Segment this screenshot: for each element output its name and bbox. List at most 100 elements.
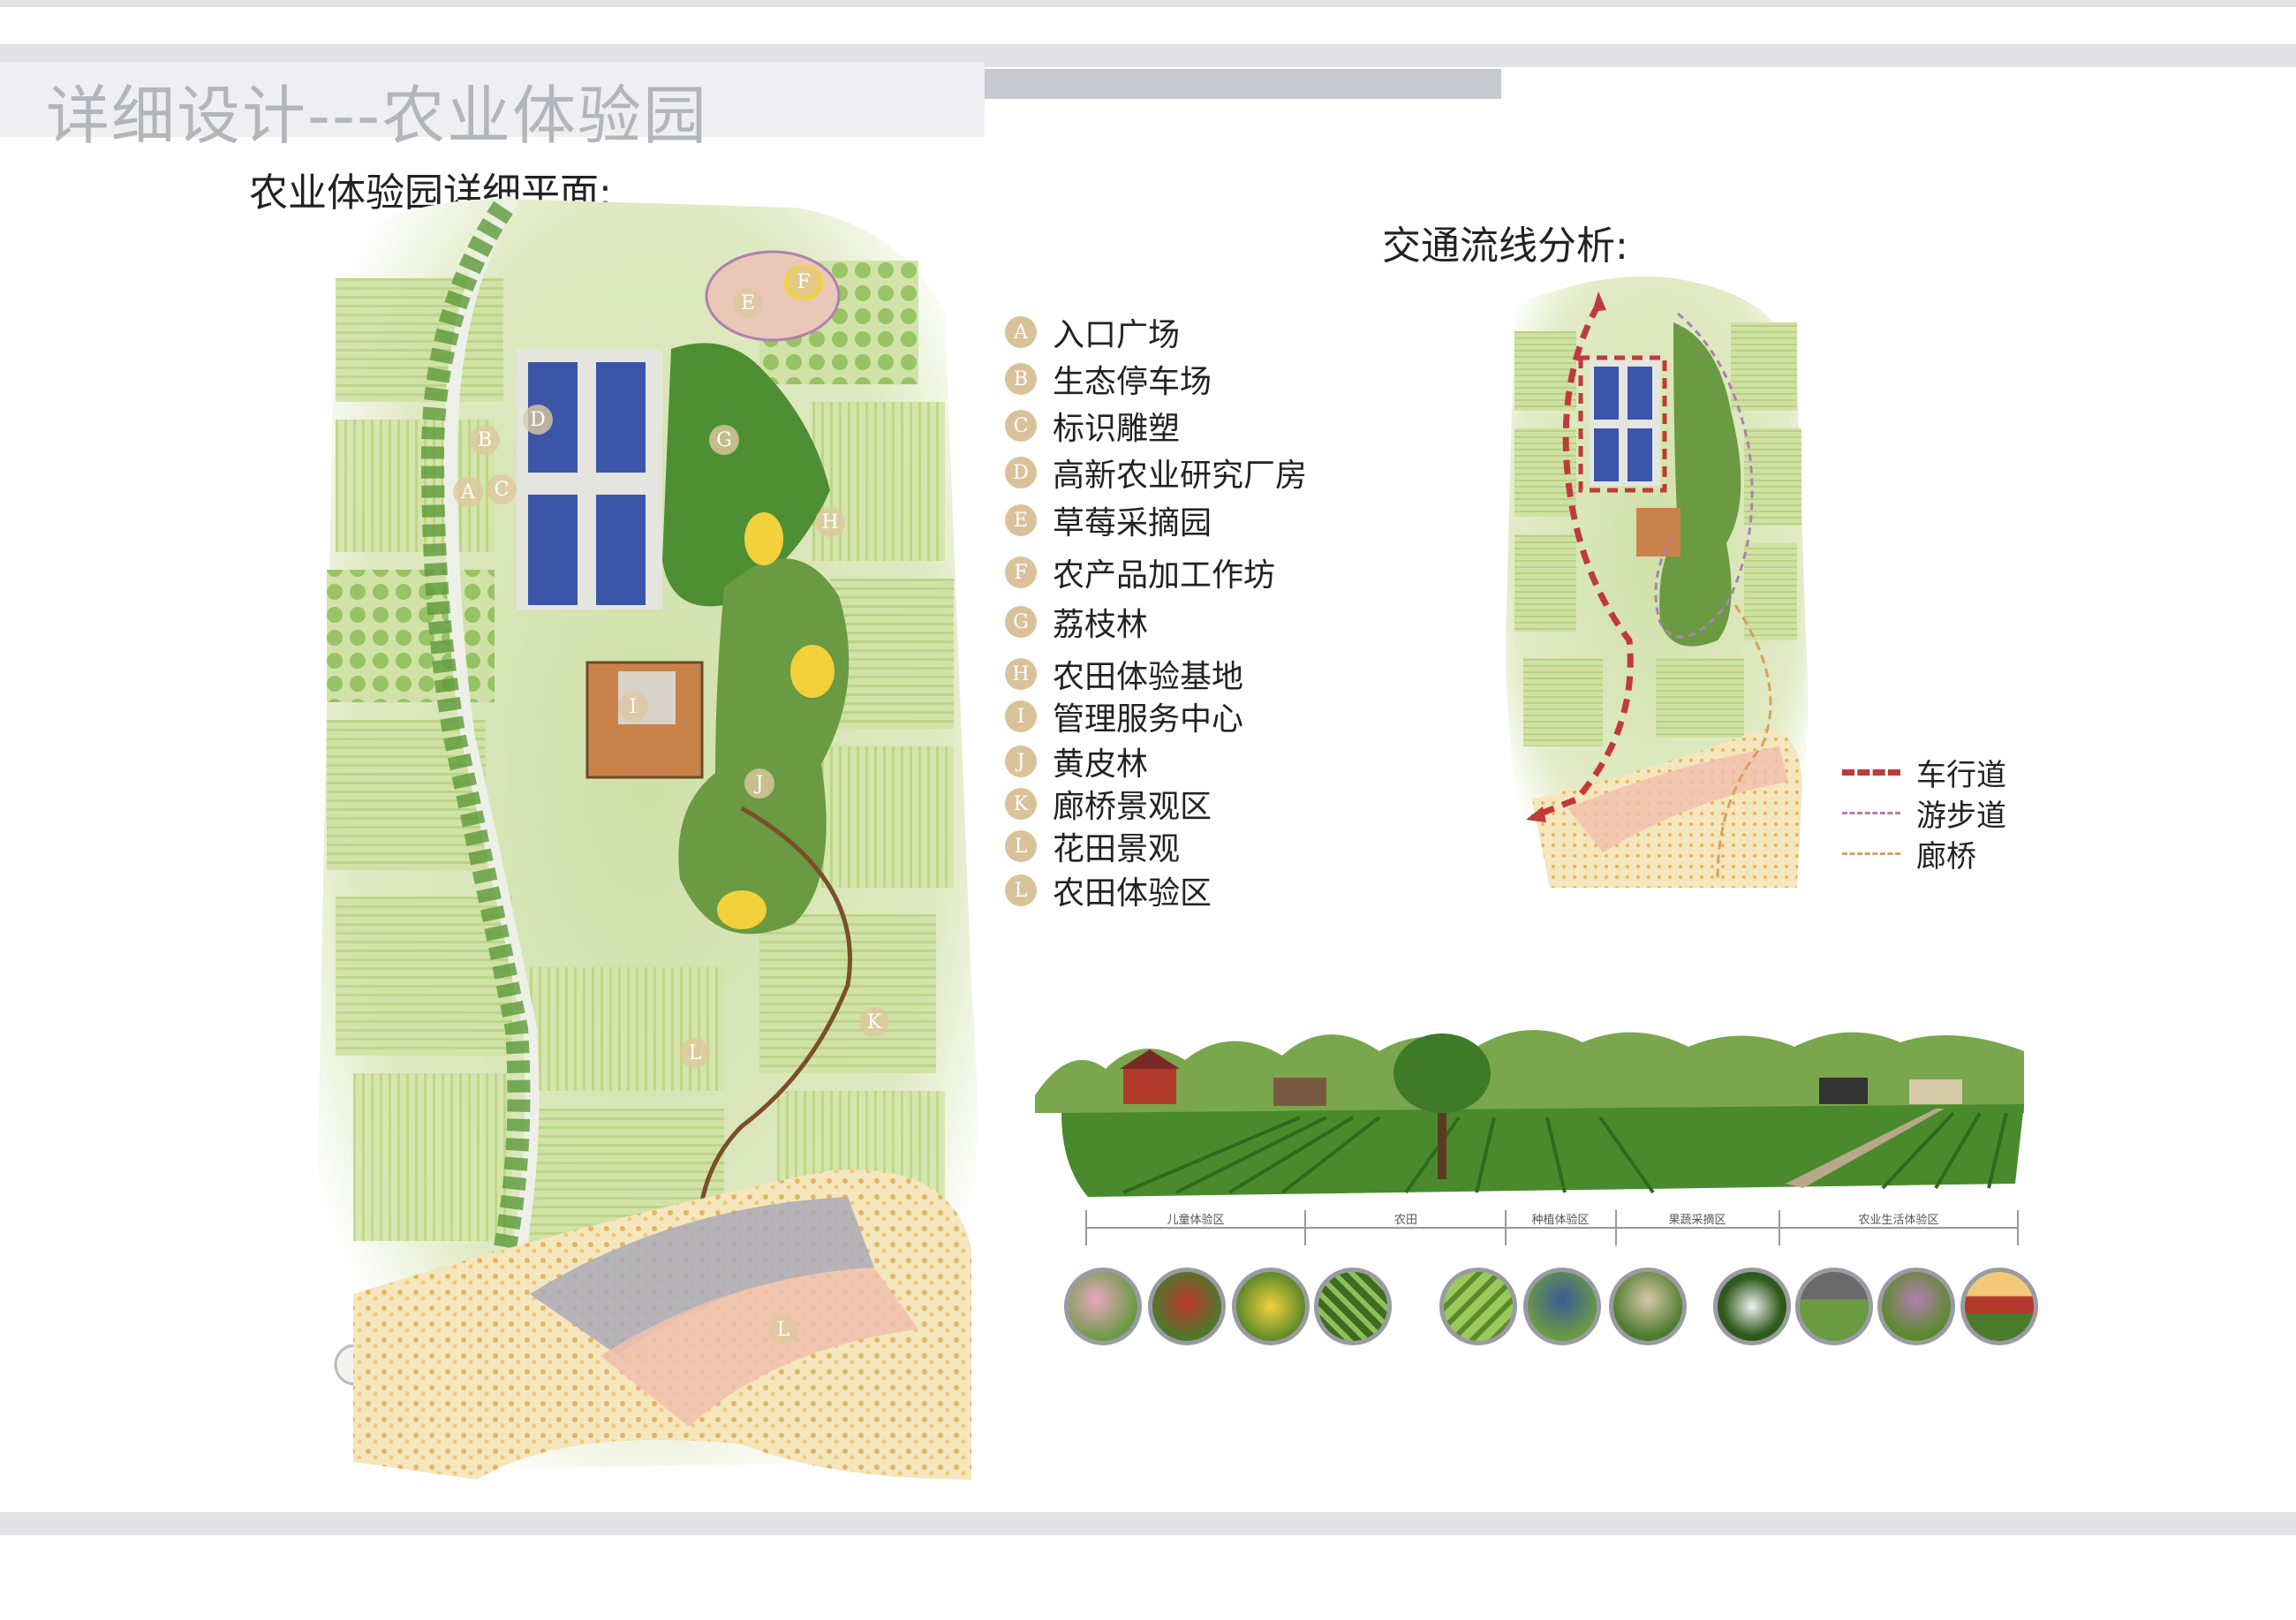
legend-label: 入口广场 bbox=[1053, 317, 1181, 353]
map-letter-f: F bbox=[789, 267, 819, 297]
field-block bbox=[336, 278, 503, 402]
legend-item: C 标识雕塑 bbox=[1005, 403, 1180, 449]
section-elevation bbox=[1035, 1007, 2033, 1201]
strawberry-garden bbox=[705, 250, 841, 342]
center-tree-trunk bbox=[1438, 1104, 1446, 1179]
field-block bbox=[812, 402, 945, 561]
legend-badge: B bbox=[1005, 363, 1037, 395]
zone-label: 种植体验区 bbox=[1531, 1214, 1590, 1227]
legend-label: 农产品加工作坊 bbox=[1053, 557, 1276, 594]
legend-item: H 农田体验基地 bbox=[1005, 651, 1243, 697]
road-line-icon bbox=[1842, 769, 1900, 776]
farmhouse bbox=[1273, 1078, 1326, 1106]
top-band bbox=[0, 0, 2296, 7]
footpath-line-icon bbox=[1842, 812, 1900, 814]
field-block bbox=[327, 570, 495, 702]
legend-label: 荔枝林 bbox=[1053, 607, 1149, 643]
children-photo bbox=[1064, 1268, 1142, 1345]
title-accent-bar bbox=[985, 69, 1501, 99]
barn-photo bbox=[1960, 1268, 2038, 1345]
flow-field bbox=[1744, 543, 1797, 640]
legend-badge: L bbox=[1005, 874, 1037, 906]
flower-patch bbox=[790, 645, 835, 698]
field-aerial-photo bbox=[1439, 1268, 1517, 1345]
field-block bbox=[353, 1073, 512, 1241]
legend-label: 黄皮林 bbox=[1053, 746, 1149, 783]
vegetable-photo bbox=[1609, 1268, 1687, 1345]
legend-label: 农田体验区 bbox=[1053, 875, 1212, 912]
zone-label: 农田 bbox=[1393, 1214, 1418, 1227]
farmhouse bbox=[1909, 1079, 1962, 1104]
bridge-line-icon bbox=[1842, 852, 1900, 855]
legend-label: 高新农业研究厂房 bbox=[1053, 458, 1308, 494]
legend-badge: L bbox=[1005, 830, 1037, 862]
flow-legend-item: 车行道 bbox=[1842, 751, 2006, 794]
flow-field bbox=[1523, 658, 1603, 746]
flow-field bbox=[1514, 534, 1576, 632]
flow-analysis-map bbox=[1506, 276, 1809, 888]
map-letter-b: B bbox=[470, 425, 500, 455]
flower-patch bbox=[744, 512, 783, 565]
flow-legend-label: 游步道 bbox=[1916, 799, 2006, 834]
greenhouse bbox=[596, 362, 646, 473]
legend-label: 草莓采摘园 bbox=[1053, 505, 1212, 541]
map-letter-d: D bbox=[523, 405, 553, 435]
map-letter-e: E bbox=[733, 288, 763, 318]
map-letter-h: H bbox=[815, 507, 845, 537]
legend-label: 廊桥景观区 bbox=[1053, 789, 1212, 825]
flow-greenhouse bbox=[1628, 428, 1652, 481]
flow-legend-label: 车行道 bbox=[1916, 758, 2006, 793]
footer-band bbox=[0, 1512, 2296, 1535]
legend-item: A 入口广场 bbox=[1005, 309, 1180, 355]
legend-item: I 管理服务中心 bbox=[1005, 693, 1243, 739]
legend-badge: A bbox=[1005, 316, 1037, 348]
legend-badge: I bbox=[1005, 700, 1037, 732]
legend-label: 农田体验基地 bbox=[1053, 659, 1244, 695]
legend-item: L 花田景观 bbox=[1005, 823, 1180, 869]
legend-label: 花田景观 bbox=[1053, 831, 1181, 867]
zone-label: 果蔬采摘区 bbox=[1668, 1214, 1726, 1227]
map-letter-c: C bbox=[487, 474, 517, 504]
legend-badge: J bbox=[1005, 746, 1037, 777]
flow-legend-item: 廊桥 bbox=[1842, 832, 1976, 875]
pasture-photo bbox=[1795, 1268, 1873, 1345]
legend-badge: D bbox=[1005, 457, 1037, 488]
map-letter-j: J bbox=[744, 768, 774, 799]
farmer-photo bbox=[1148, 1268, 1226, 1345]
legend-badge: H bbox=[1005, 658, 1037, 690]
flow-field bbox=[1731, 322, 1797, 411]
field-block bbox=[530, 967, 724, 1091]
field-photo bbox=[1314, 1268, 1392, 1345]
flower-patch bbox=[717, 890, 767, 929]
flow-field bbox=[1744, 428, 1801, 526]
legend-label: 管理服务中心 bbox=[1053, 701, 1244, 738]
legend-item: B 生态停车场 bbox=[1005, 356, 1212, 402]
map-letter-a: A bbox=[453, 477, 483, 507]
legend-item: F 农产品加工作坊 bbox=[1005, 549, 1275, 595]
legend-item: D 高新农业研究厂房 bbox=[1005, 450, 1307, 496]
legend-item: E 草莓采摘园 bbox=[1005, 497, 1212, 543]
farmhouse bbox=[1819, 1078, 1868, 1104]
legend-badge: C bbox=[1005, 410, 1037, 442]
field-block bbox=[812, 746, 954, 888]
flow-greenhouse bbox=[1594, 428, 1619, 481]
center-tree bbox=[1393, 1033, 1491, 1113]
greenhouse bbox=[596, 495, 646, 605]
map-letter-i: I bbox=[618, 692, 648, 722]
flow-service bbox=[1636, 508, 1680, 556]
map-letter-g: G bbox=[709, 425, 739, 455]
zone-label: 农业生活体验区 bbox=[1858, 1214, 1939, 1227]
flow-field bbox=[1656, 658, 1744, 738]
page-title: 详细设计---农业体验园 bbox=[46, 79, 708, 153]
flow-legend-label: 廊桥 bbox=[1916, 839, 1976, 874]
legend-item: L 农田体验区 bbox=[1005, 867, 1212, 913]
corn-photo bbox=[1232, 1268, 1310, 1345]
family-photo bbox=[1877, 1268, 1955, 1345]
legend-label: 生态停车场 bbox=[1053, 364, 1212, 400]
legend-item: G 荔枝林 bbox=[1005, 599, 1148, 645]
cows-photo bbox=[1713, 1268, 1791, 1345]
master-plan bbox=[318, 194, 978, 1480]
zone-label: 儿童体验区 bbox=[1167, 1214, 1225, 1227]
legend-item: J 黄皮林 bbox=[1005, 738, 1148, 784]
legend-item: K 廊桥景观区 bbox=[1005, 781, 1212, 827]
